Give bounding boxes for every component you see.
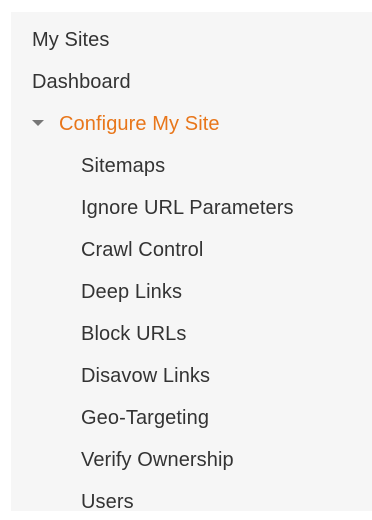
nav-item-label: Sitemaps xyxy=(81,155,166,177)
nav-item-label: Dashboard xyxy=(32,71,131,93)
nav-item-disavow-links[interactable]: Disavow Links xyxy=(11,358,372,394)
nav-item-my-sites[interactable]: My Sites xyxy=(11,22,372,58)
nav-item-sitemaps[interactable]: Sitemaps xyxy=(11,148,372,184)
nav-item-geo-targeting[interactable]: Geo-Targeting xyxy=(11,400,372,436)
nav-item-dashboard[interactable]: Dashboard xyxy=(11,64,372,100)
nav-item-deep-links[interactable]: Deep Links xyxy=(11,274,372,310)
nav-item-label: Deep Links xyxy=(81,281,183,303)
nav-item-verify-ownership[interactable]: Verify Ownership xyxy=(11,442,372,478)
nav-item-label: Geo-Targeting xyxy=(81,407,210,429)
nav-item-label: Users xyxy=(81,491,134,513)
nav-item-block-urls[interactable]: Block URLs xyxy=(11,316,372,352)
nav-item-label: Ignore URL Parameters xyxy=(81,197,294,219)
nav-item-label: Configure My Site xyxy=(59,113,220,135)
nav-item-label: Verify Ownership xyxy=(81,449,234,471)
nav-item-label: My Sites xyxy=(32,29,110,51)
nav-item-configure-my-site[interactable]: Configure My Site xyxy=(11,106,372,142)
nav-item-label: Crawl Control xyxy=(81,239,204,261)
nav-item-label: Block URLs xyxy=(81,323,187,345)
sidebar-nav: My Sites Dashboard Configure My Site Sit… xyxy=(11,12,372,513)
nav-item-users[interactable]: Users xyxy=(11,484,372,520)
triangle-down-icon[interactable] xyxy=(32,119,44,126)
nav-item-label: Disavow Links xyxy=(81,365,211,387)
nav-item-crawl-control[interactable]: Crawl Control xyxy=(11,232,372,268)
nav-item-ignore-url-parameters[interactable]: Ignore URL Parameters xyxy=(11,190,372,226)
